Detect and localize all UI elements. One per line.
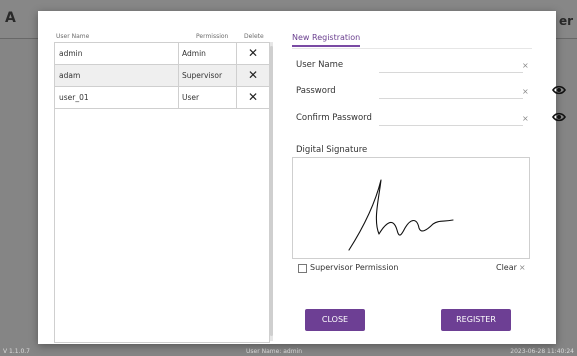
users-table-scrollbar[interactable] xyxy=(270,42,273,341)
users-table: admin Admin ✕ adam Supervisor ✕ user_01 … xyxy=(54,42,270,343)
delete-user-button[interactable]: ✕ xyxy=(237,65,269,86)
supervisor-permission-label: Supervisor Permission xyxy=(310,263,399,272)
clear-icon: × xyxy=(518,263,526,272)
logged-user-text: User Name: admin xyxy=(246,348,303,355)
column-header-permission: Permission xyxy=(196,33,229,40)
password-label: Password xyxy=(296,86,336,96)
cell-permission: Admin xyxy=(179,43,237,64)
user-name-input[interactable] xyxy=(379,58,523,73)
version-text: V 1.1.0.7 xyxy=(3,348,31,355)
close-icon: ✕ xyxy=(247,90,259,104)
table-row[interactable]: adam Supervisor ✕ xyxy=(55,65,269,87)
datetime-text: 2023-06-28 11:40:24 xyxy=(510,348,574,355)
scrollbar-thumb[interactable] xyxy=(270,46,273,336)
signature-drawing xyxy=(348,179,454,251)
column-header-delete: Delete xyxy=(244,33,264,40)
cell-user-name: admin xyxy=(57,43,179,64)
user-name-field: User Name × xyxy=(296,58,534,74)
cell-user-name: adam xyxy=(57,65,179,86)
confirm-password-input[interactable] xyxy=(379,111,523,126)
digital-signature-title: Digital Signature xyxy=(296,145,368,155)
tab-divider xyxy=(292,48,532,49)
eye-icon[interactable] xyxy=(552,85,566,95)
tab-new-registration[interactable]: New Registration xyxy=(292,33,361,47)
table-row[interactable]: admin Admin ✕ xyxy=(55,43,269,65)
cell-permission: Supervisor xyxy=(179,65,237,86)
close-button[interactable]: CLOSE xyxy=(305,309,365,331)
clear-signature-button[interactable]: Clear × xyxy=(496,263,526,272)
clear-icon[interactable]: × xyxy=(522,61,529,70)
close-icon: ✕ xyxy=(247,46,259,60)
app-header-right-fragment: er xyxy=(558,14,573,28)
signature-pad[interactable] xyxy=(292,157,530,259)
user-registration-dialog: User Name Permission Delete admin Admin … xyxy=(38,11,566,344)
user-name-label: User Name xyxy=(296,60,344,70)
app-title-fragment: A xyxy=(5,10,16,26)
supervisor-permission-checkbox[interactable] xyxy=(298,264,307,273)
table-row[interactable]: user_01 User ✕ xyxy=(55,87,269,109)
status-footer: V 1.1.0.7 User Name: admin 2023-06-28 11… xyxy=(0,346,577,356)
users-table-header: User Name Permission Delete xyxy=(54,31,269,41)
close-icon: ✕ xyxy=(247,68,259,82)
clear-icon[interactable]: × xyxy=(522,114,529,123)
password-field: Password × xyxy=(296,84,566,100)
delete-user-button[interactable]: ✕ xyxy=(237,87,269,108)
clear-label: Clear xyxy=(496,263,517,272)
column-header-user-name: User Name xyxy=(56,33,90,40)
password-input[interactable] xyxy=(379,84,523,99)
clear-icon[interactable]: × xyxy=(522,87,529,96)
delete-user-button[interactable]: ✕ xyxy=(237,43,269,64)
eye-icon[interactable] xyxy=(552,112,566,122)
cell-permission: User xyxy=(179,87,237,108)
confirm-password-label: Confirm Password xyxy=(296,113,372,123)
cell-user-name: user_01 xyxy=(57,87,179,108)
confirm-password-field: Confirm Password × xyxy=(296,111,566,127)
register-button[interactable]: REGISTER xyxy=(441,309,511,331)
